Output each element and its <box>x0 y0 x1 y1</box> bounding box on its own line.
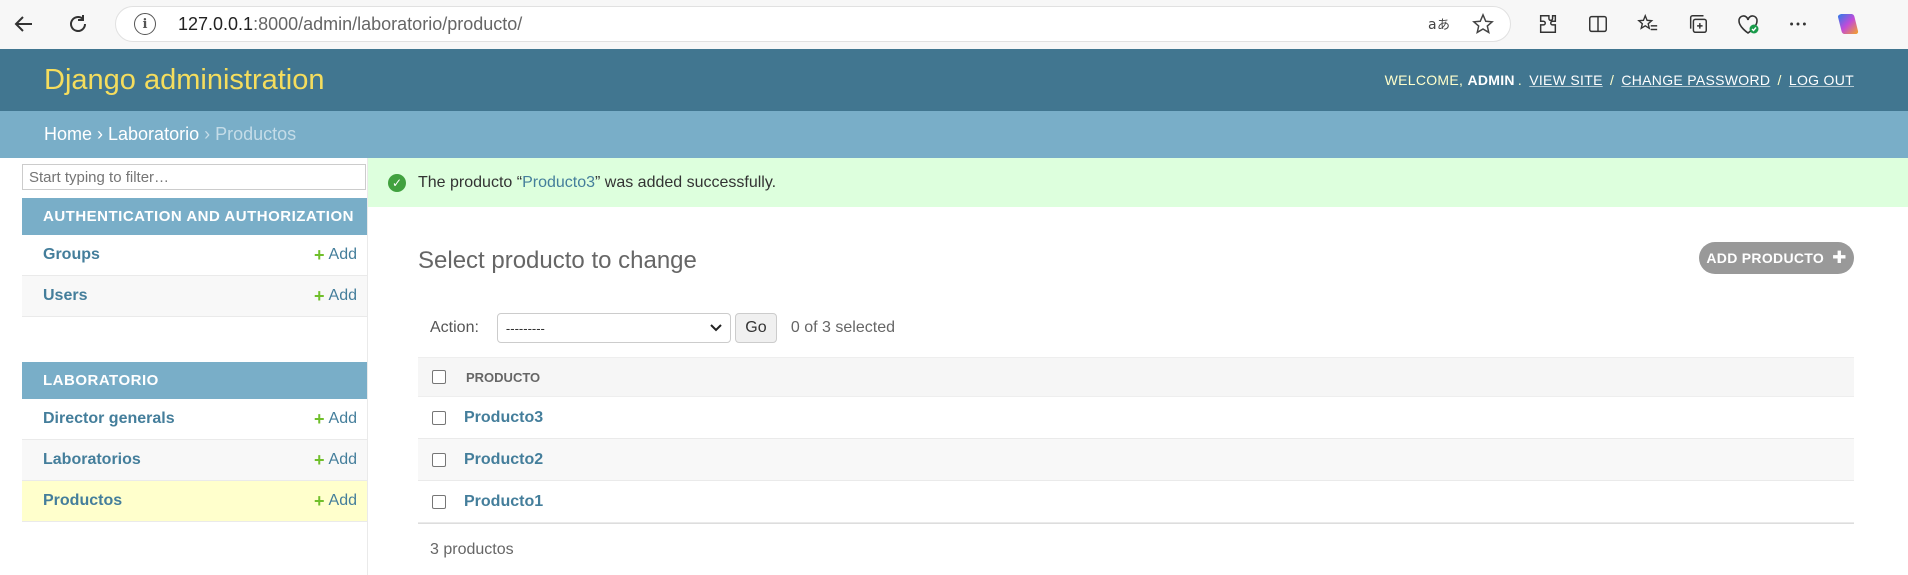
action-label: Action: <box>430 319 479 336</box>
add-label: Add <box>328 410 357 427</box>
sidebar-item-link[interactable]: Productos <box>43 492 122 510</box>
admin-header: Django administration WELCOME, ADMIN. VI… <box>0 49 1908 111</box>
table-row: Producto3 <box>418 397 1854 439</box>
nav-sidebar: AUTHENTICATION AND AUTHORIZATION Groups … <box>22 158 368 575</box>
table-row: Producto2 <box>418 439 1854 481</box>
separator: / <box>1777 72 1782 88</box>
log-out-link[interactable]: LOG OUT <box>1789 72 1854 88</box>
add-laboratorios-link[interactable]: + Add <box>314 450 357 471</box>
select-all-checkbox[interactable] <box>432 370 446 384</box>
add-director-generals-link[interactable]: + Add <box>314 409 357 430</box>
breadcrumb: Home › Laboratorio › Productos <box>0 111 1908 158</box>
selection-counter: 0 of 3 selected <box>790 319 895 336</box>
nav-filter-input[interactable] <box>22 164 366 190</box>
copilot-icon[interactable] <box>1832 8 1864 40</box>
url-path: :8000/admin/laboratorio/producto/ <box>253 13 523 34</box>
username: ADMIN <box>1467 72 1515 88</box>
module-spacer <box>22 317 367 354</box>
site-info-icon[interactable]: i <box>134 13 156 35</box>
row-checkbox[interactable] <box>432 410 446 425</box>
sidebar-item-director-generals: Director generals + Add <box>22 399 367 440</box>
go-button[interactable]: Go <box>734 313 777 343</box>
table-header: PRODUCTO <box>418 357 1854 397</box>
success-message: ✓ The producto “Producto3” was added suc… <box>368 158 1908 207</box>
svg-text:あ: あ <box>1437 18 1450 33</box>
breadcrumb-current: Productos <box>215 124 297 144</box>
sidebar-item-groups: Groups + Add <box>22 235 367 276</box>
plus-icon: + <box>314 490 325 511</box>
sidebar-item-link[interactable]: Laboratorios <box>43 451 141 469</box>
translate-icon[interactable]: aあ <box>1428 14 1450 39</box>
browser-toolbar: i 127.0.0.1:8000/admin/laboratorio/produ… <box>0 0 1908 49</box>
plus-icon: ✚ <box>1832 248 1847 267</box>
row-link[interactable]: Producto2 <box>464 451 543 469</box>
address-bar[interactable]: i 127.0.0.1:8000/admin/laboratorio/produ… <box>115 6 1511 42</box>
message-prefix: The producto “ <box>418 173 523 191</box>
breadcrumb-separator: › <box>97 124 104 144</box>
breadcrumb-app[interactable]: Laboratorio <box>108 124 199 145</box>
plus-icon: + <box>314 449 325 470</box>
chevron-down-icon <box>710 324 722 332</box>
module-auth: AUTHENTICATION AND AUTHORIZATION Groups … <box>22 198 367 317</box>
action-select[interactable]: --------- <box>496 313 731 343</box>
add-label: Add <box>328 246 357 263</box>
add-label: Add <box>328 451 357 468</box>
collections-icon[interactable] <box>1682 8 1714 40</box>
sidebar-item-laboratorios: Laboratorios + Add <box>22 440 367 481</box>
breadcrumb-separator: › <box>204 124 211 144</box>
url-host: 127.0.0.1 <box>178 13 254 34</box>
view-site-link[interactable]: VIEW SITE <box>1529 72 1603 88</box>
sidebar-item-link[interactable]: Groups <box>43 246 100 264</box>
sidebar-item-users: Users + Add <box>22 276 367 317</box>
add-label: Add <box>328 287 357 304</box>
svg-text:a: a <box>1428 17 1437 33</box>
action-selected-value: --------- <box>505 320 545 336</box>
row-link[interactable]: Producto1 <box>464 493 543 511</box>
add-users-link[interactable]: + Add <box>314 286 357 307</box>
row-checkbox[interactable] <box>432 494 446 509</box>
plus-icon: + <box>314 408 325 429</box>
table-row: Producto1 <box>418 481 1854 523</box>
module-caption-auth[interactable]: AUTHENTICATION AND AUTHORIZATION <box>22 198 367 235</box>
favorite-star-icon[interactable] <box>1472 12 1494 40</box>
actions-bar: Action: --------- Go 0 of 3 selected <box>418 312 895 344</box>
add-label: Add <box>328 492 357 509</box>
row-link[interactable]: Producto3 <box>464 409 543 427</box>
page-title: Select producto to change <box>418 247 697 274</box>
sidebar-item-productos: Productos + Add <box>22 481 367 522</box>
message-object-link[interactable]: Producto3 <box>522 174 595 192</box>
separator: . <box>1517 72 1523 88</box>
paginator: 3 productos <box>418 523 1854 575</box>
site-branding[interactable]: Django administration <box>44 64 324 97</box>
result-list: PRODUCTO Producto3 Producto2 Producto1 3… <box>418 357 1854 575</box>
add-producto-button[interactable]: ADD PRODUCTO ✚ <box>1699 242 1854 274</box>
sidebar-item-link[interactable]: Director generals <box>43 410 175 428</box>
separator: / <box>1609 72 1615 88</box>
welcome-text: WELCOME, <box>1384 72 1464 88</box>
back-icon[interactable] <box>8 8 40 40</box>
add-groups-link[interactable]: + Add <box>314 245 357 266</box>
favorites-icon[interactable] <box>1632 8 1664 40</box>
plus-icon: + <box>314 244 325 265</box>
message-suffix: ” was added successfully. <box>595 173 777 191</box>
success-check-icon: ✓ <box>388 173 406 192</box>
more-options-icon[interactable] <box>1782 8 1814 40</box>
sidebar-item-link[interactable]: Users <box>43 287 87 305</box>
split-screen-icon[interactable] <box>1582 8 1614 40</box>
module-caption-laboratorio[interactable]: LABORATORIO <box>22 362 367 399</box>
row-checkbox[interactable] <box>432 452 446 467</box>
breadcrumb-home[interactable]: Home <box>44 124 92 145</box>
add-productos-link[interactable]: + Add <box>314 491 357 512</box>
browser-essentials-icon[interactable] <box>1732 8 1764 40</box>
url-text[interactable]: 127.0.0.1:8000/admin/laboratorio/product… <box>178 14 522 35</box>
user-tools: WELCOME, ADMIN. VIEW SITE / CHANGE PASSW… <box>1385 72 1854 88</box>
change-password-link[interactable]: CHANGE PASSWORD <box>1621 72 1770 88</box>
plus-icon: + <box>314 285 325 306</box>
add-producto-label: ADD PRODUCTO <box>1706 250 1825 266</box>
module-laboratorio: LABORATORIO Director generals + Add Labor… <box>22 362 367 522</box>
column-header-producto[interactable]: PRODUCTO <box>466 370 540 385</box>
reload-icon[interactable] <box>62 8 94 40</box>
extensions-icon[interactable] <box>1532 8 1564 40</box>
